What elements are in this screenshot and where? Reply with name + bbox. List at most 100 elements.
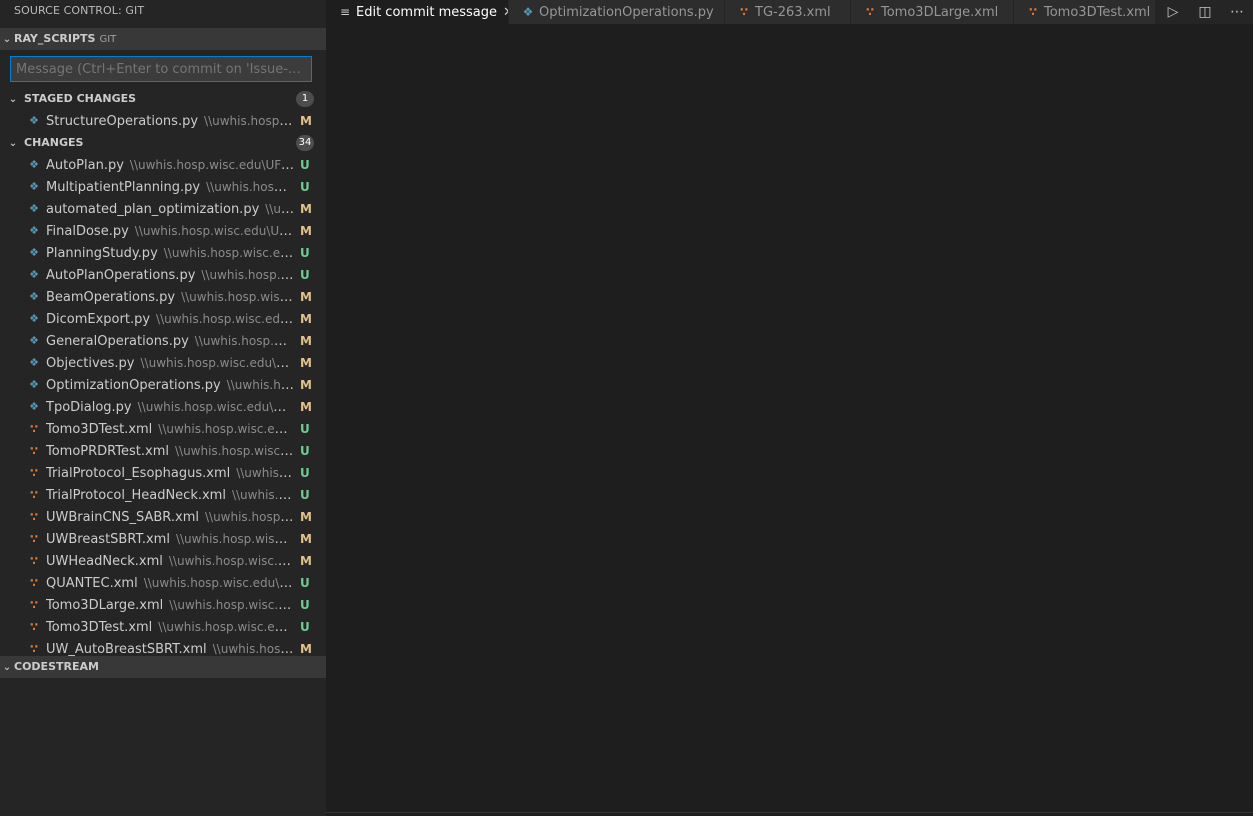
file-row[interactable]: ❖ AutoPlanOperations.py \\uwhis.hosp.wisc.… bbox=[0, 264, 326, 286]
file-path: \\uwhis.hosp.wisc.edu\UFS\UW... bbox=[134, 224, 294, 238]
file-name: Tomo3DTest.xml bbox=[46, 422, 153, 437]
file-path: \\uwhis.hosp.wisc.ed... bbox=[194, 334, 294, 348]
file-name: DicomExport.py bbox=[46, 312, 151, 327]
file-status: M bbox=[300, 510, 312, 524]
xml-file-icon: ∵ bbox=[29, 576, 39, 590]
file-row[interactable]: ∵ UWHeadNeck.xml \\uwhis.hosp.wisc.edu\U..… bbox=[0, 550, 326, 572]
file-row[interactable]: ∵ TomoPRDRTest.xml \\uwhis.hosp.wisc.edu\U… bbox=[0, 440, 326, 462]
file-row[interactable]: ❖ automated_plan_optimization.py \\uwhis..… bbox=[0, 198, 326, 220]
file-text: Tomo3DTest.xml \\uwhis.hosp.wisc.edu\UFS\… bbox=[46, 616, 294, 639]
editor-actions: ▷ ◫ ⋯ bbox=[1156, 0, 1253, 24]
file-row[interactable]: ∵ UWBreastSBRT.xml \\uwhis.hosp.wisc.edu\.… bbox=[0, 528, 326, 550]
file-row[interactable]: ∵ TrialProtocol_HeadNeck.xml \\uwhis.hosp.… bbox=[0, 484, 326, 506]
codestream-header[interactable]: ⌄ CODESTREAM bbox=[0, 656, 326, 678]
file-row[interactable]: ∵ Tomo3DTest.xml \\uwhis.hosp.wisc.edu\UFS… bbox=[0, 616, 326, 638]
file-row[interactable]: ❖ GeneralOperations.py \\uwhis.hosp.wisc.e… bbox=[0, 330, 326, 352]
file-status: U bbox=[300, 180, 310, 194]
file-text: Tomo3DTest.xml \\uwhis.hosp.wisc.edu\UFS\… bbox=[46, 418, 294, 441]
file-name: TrialProtocol_HeadNeck.xml bbox=[46, 488, 226, 503]
editor-area[interactable] bbox=[326, 24, 1253, 816]
tab-optimization-operations[interactable]: ❖ OptimizationOperations.py bbox=[509, 0, 725, 24]
file-text: UWBrainCNS_SABR.xml \\uwhis.hosp.wisc.... bbox=[46, 506, 294, 529]
file-row[interactable]: ❖ Objectives.py \\uwhis.hosp.wisc.edu\UFS\… bbox=[0, 352, 326, 374]
more-actions-icon[interactable]: ⋯ bbox=[1226, 0, 1248, 24]
file-text: OptimizationOperations.py \\uwhis.hosp.w.… bbox=[46, 374, 294, 397]
sidebar-title: SOURCE CONTROL: GIT bbox=[14, 4, 145, 17]
commit-message-input[interactable] bbox=[10, 56, 312, 82]
rss-icon: ∵ bbox=[739, 5, 749, 19]
file-row[interactable]: ❖ DicomExport.py \\uwhis.hosp.wisc.edu\UFS… bbox=[0, 308, 326, 330]
file-text: AutoPlan.py \\uwhis.hosp.wisc.edu\UFS\UW.… bbox=[46, 154, 294, 177]
changes-header[interactable]: ⌄ CHANGES 34 bbox=[0, 132, 326, 154]
file-row[interactable]: ∵ QUANTEC.xml \\uwhis.hosp.wisc.edu\UFS\U.… bbox=[0, 572, 326, 594]
tab-edit-commit-message[interactable]: ≡Edit commit message✕ bbox=[326, 0, 509, 24]
file-name: UW_AutoBreastSBRT.xml bbox=[46, 642, 207, 657]
file-path: \\uwhis.hosp.wisc.e... bbox=[204, 114, 294, 128]
staged-changes-header[interactable]: ⌄ STAGED CHANGES 1 bbox=[0, 88, 326, 110]
file-row[interactable]: ∵ Tomo3DTest.xml \\uwhis.hosp.wisc.edu\UFS… bbox=[0, 418, 326, 440]
rss-icon: ∵ bbox=[1028, 5, 1038, 19]
tab-label: Tomo3DLarge.xml bbox=[881, 5, 999, 20]
xml-file-icon: ∵ bbox=[29, 488, 39, 502]
file-name: StructureOperations.py bbox=[46, 114, 199, 129]
file-path: \\uwhis... bbox=[265, 202, 294, 216]
file-row[interactable]: ❖ FinalDose.py \\uwhis.hosp.wisc.edu\UFS\U… bbox=[0, 220, 326, 242]
tab-tomo3dlarge[interactable]: ∵ Tomo3DLarge.xml bbox=[851, 0, 1014, 24]
python-icon: ❖ bbox=[522, 5, 534, 19]
split-editor-icon[interactable]: ◫ bbox=[1194, 0, 1216, 24]
file-text: AutoPlanOperations.py \\uwhis.hosp.wisc.e… bbox=[46, 264, 294, 287]
file-name: UWBreastSBRT.xml bbox=[46, 532, 170, 547]
file-text: BeamOperations.py \\uwhis.hosp.wisc.edu\.… bbox=[46, 286, 294, 309]
file-path: \\uwhis.hosp.wisc... bbox=[212, 642, 294, 656]
file-name: QUANTEC.xml bbox=[46, 576, 138, 591]
file-row[interactable]: ❖ AutoPlan.py \\uwhis.hosp.wisc.edu\UFS\UW… bbox=[0, 154, 326, 176]
tab-label: Tomo3DTest.xml ...\ bbox=[1044, 5, 1155, 20]
xml-file-icon: ∵ bbox=[29, 510, 39, 524]
python-file-icon: ❖ bbox=[29, 378, 39, 391]
file-row[interactable]: ❖ OptimizationOperations.py \\uwhis.hosp.w… bbox=[0, 374, 326, 396]
file-path: \\uwhis.hosp.wisc.edu\UFS\... bbox=[158, 620, 294, 634]
file-status: M bbox=[300, 114, 312, 128]
xml-file-icon: ∵ bbox=[29, 422, 39, 436]
file-path: \\uwhis.hosp.wisc.edu\UFS\... bbox=[156, 312, 294, 326]
file-name: TomoPRDRTest.xml bbox=[46, 444, 169, 459]
file-name: GeneralOperations.py bbox=[46, 334, 189, 349]
file-row[interactable]: ❖ BeamOperations.py \\uwhis.hosp.wisc.edu\… bbox=[0, 286, 326, 308]
file-text: UWBreastSBRT.xml \\uwhis.hosp.wisc.edu\..… bbox=[46, 528, 294, 551]
file-text: automated_plan_optimization.py \\uwhis... bbox=[46, 198, 294, 221]
file-status: U bbox=[300, 576, 310, 590]
file-path: \\uwhis.hosp.wisc... bbox=[206, 180, 294, 194]
file-path: \\uwhis.hosp.wisc.... bbox=[204, 510, 294, 524]
run-icon[interactable]: ▷ bbox=[1162, 0, 1184, 24]
repo-header[interactable]: ⌄ RAY_SCRIPTS GIT bbox=[0, 28, 326, 50]
file-row[interactable]: ∵ UWBrainCNS_SABR.xml \\uwhis.hosp.wisc...… bbox=[0, 506, 326, 528]
file-row[interactable]: ❖ MultipatientPlanning.py \\uwhis.hosp.wis… bbox=[0, 176, 326, 198]
file-text: GeneralOperations.py \\uwhis.hosp.wisc.ed… bbox=[46, 330, 294, 353]
file-row[interactable]: ∵ TrialProtocol_Esophagus.xml \\uwhis.hosp… bbox=[0, 462, 326, 484]
file-text: TomoPRDRTest.xml \\uwhis.hosp.wisc.edu\U.… bbox=[46, 440, 294, 463]
file-text: Tomo3DLarge.xml \\uwhis.hosp.wisc.edu\UF.… bbox=[46, 594, 294, 617]
file-path: \\uwhis.hosp.wisc.edu\UFS\U... bbox=[140, 356, 295, 370]
xml-file-icon: ∵ bbox=[29, 620, 39, 634]
file-text: DicomExport.py \\uwhis.hosp.wisc.edu\UFS\… bbox=[46, 308, 294, 331]
file-text: TrialProtocol_Esophagus.xml \\uwhis.hosp.… bbox=[46, 462, 294, 485]
tab-tg-263[interactable]: ∵ TG-263.xml bbox=[725, 0, 851, 24]
file-row[interactable]: ❖ TpoDialog.py \\uwhis.hosp.wisc.edu\UFS\U… bbox=[0, 396, 326, 418]
python-file-icon: ❖ bbox=[29, 356, 39, 369]
file-path: \\uwhis.hosp.wisc.edu\... bbox=[175, 532, 294, 546]
file-status: U bbox=[300, 246, 310, 260]
file-path: \\uwhis.hosp.wisc.edu\... bbox=[181, 290, 294, 304]
file-row[interactable]: ∵ Tomo3DLarge.xml \\uwhis.hosp.wisc.edu\UF… bbox=[0, 594, 326, 616]
xml-file-icon: ∵ bbox=[29, 554, 39, 568]
file-row[interactable]: ❖ StructureOperations.py \\uwhis.hosp.wisc… bbox=[0, 110, 326, 132]
lines-icon: ≡ bbox=[339, 5, 351, 19]
xml-file-icon: ∵ bbox=[29, 532, 39, 546]
file-status: U bbox=[300, 444, 310, 458]
changes-count-badge: 34 bbox=[296, 135, 314, 151]
source-control-sidebar: SOURCE CONTROL: GIT ⌄RAY_SCRIPTSGIT ⌄STA… bbox=[0, 0, 326, 816]
file-name: TrialProtocol_Esophagus.xml bbox=[46, 466, 231, 481]
file-status: M bbox=[300, 202, 312, 216]
python-file-icon: ❖ bbox=[29, 400, 39, 413]
tab-tomo3dtest[interactable]: ∵ Tomo3DTest.xml ...\ bbox=[1014, 0, 1156, 24]
file-row[interactable]: ❖ PlanningStudy.py \\uwhis.hosp.wisc.edu\U… bbox=[0, 242, 326, 264]
